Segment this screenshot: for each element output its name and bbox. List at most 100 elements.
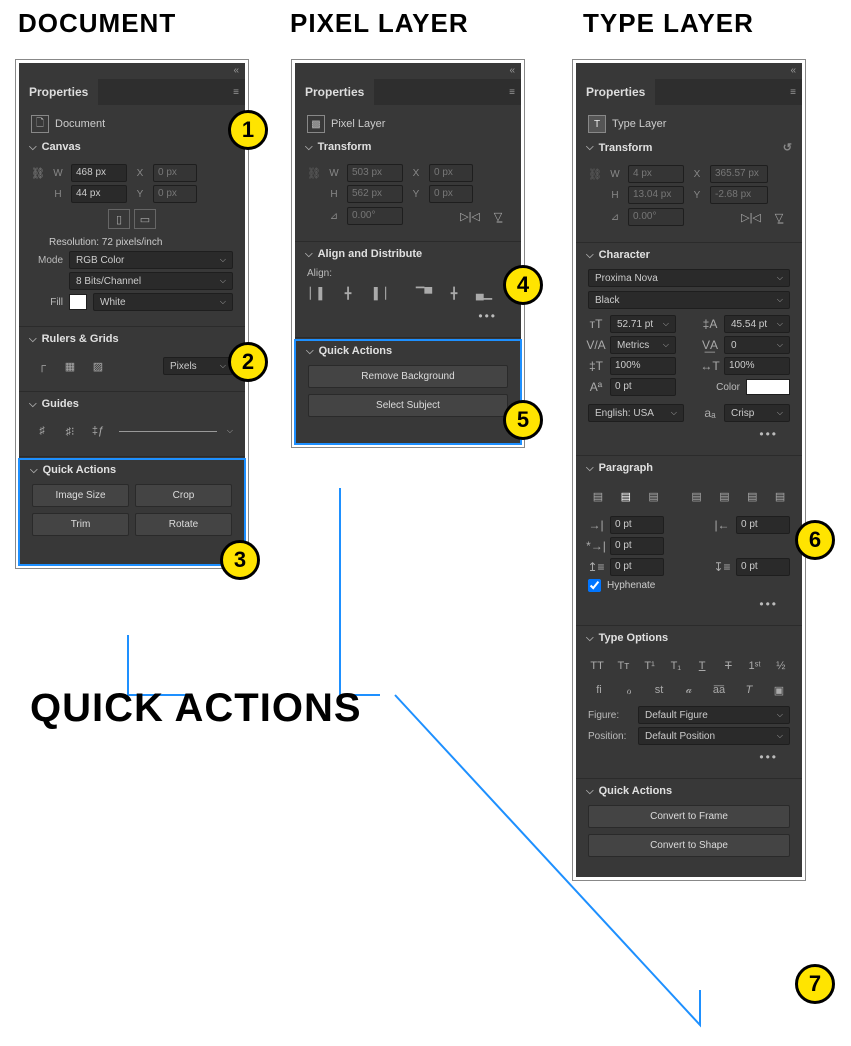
transform-h[interactable]: 562 px [347, 185, 403, 203]
hscale[interactable]: 100% [724, 357, 790, 375]
stylistic-icon[interactable]: st [648, 680, 670, 700]
orient-portrait-icon[interactable]: ▯ [108, 209, 130, 229]
section-quick-actions[interactable]: Quick Actions [296, 341, 520, 361]
position-select[interactable]: Default Position⌵ [638, 727, 790, 745]
section-character[interactable]: Character [576, 245, 802, 265]
pixel-grid-icon[interactable]: ▨ [87, 356, 109, 376]
calt-icon[interactable]: 𝒶 [678, 680, 700, 700]
link-icon[interactable]: ⛓ [588, 168, 602, 181]
link-icon[interactable]: ⛓ [31, 167, 45, 180]
qa-convert-frame[interactable]: Convert to Frame [588, 805, 790, 828]
tracking[interactable]: 0⌵ [724, 336, 790, 354]
kerning[interactable]: Metrics⌵ [610, 336, 676, 354]
section-type-options[interactable]: Type Options [576, 628, 802, 648]
space-after[interactable]: 0 pt [736, 558, 790, 576]
bits-select[interactable]: 8 Bits/Channel⌵ [69, 272, 233, 290]
align-top-icon[interactable]: ▔▀ [413, 283, 435, 303]
align-left-icon[interactable]: ▏▌ [307, 283, 329, 303]
qa-convert-shape[interactable]: Convert to Shape [588, 834, 790, 857]
justify-right-icon[interactable]: ▤ [742, 486, 762, 506]
fill-swatch[interactable] [69, 294, 87, 310]
transform-w[interactable]: 4 px [628, 165, 684, 183]
qa-rotate[interactable]: Rotate [135, 513, 232, 536]
vscale[interactable]: 100% [610, 357, 676, 375]
flip-h-icon[interactable]: ▷|◁ [740, 207, 762, 227]
more-icon[interactable]: ••• [588, 748, 790, 766]
canvas-h-input[interactable]: 44 px [71, 185, 127, 203]
swash-icon[interactable]: ℴ [618, 680, 640, 700]
section-rulers[interactable]: Rulers & Grids [19, 329, 245, 349]
align-right-icon[interactable]: ▤ [644, 486, 664, 506]
more-icon[interactable]: ••• [588, 595, 790, 613]
titling-icon[interactable]: a͞a [708, 680, 730, 700]
ruler-icon[interactable]: ┌ [31, 356, 53, 376]
transform-angle[interactable]: 0.00° [347, 207, 403, 225]
smallcaps-icon[interactable]: Tᴛ [614, 656, 632, 676]
section-canvas[interactable]: Canvas [19, 137, 245, 157]
align-bottom-icon[interactable]: ▄▁ [473, 283, 495, 303]
justify-all-icon[interactable]: ▤ [770, 486, 790, 506]
section-paragraph[interactable]: Paragraph [576, 458, 802, 478]
transform-y[interactable]: 0 px [429, 185, 473, 203]
canvas-y-input[interactable]: 0 px [153, 185, 197, 203]
flip-v-icon[interactable]: ▽̲ [487, 206, 509, 226]
subscript-icon[interactable]: T₁ [667, 656, 685, 676]
tab-properties[interactable]: Properties [19, 79, 98, 105]
hyphenate-checkbox[interactable] [588, 579, 601, 592]
qa-trim[interactable]: Trim [32, 513, 129, 536]
panel-menu-icon[interactable]: ≡ [503, 87, 521, 98]
firstline-indent[interactable]: 0 pt [610, 537, 664, 555]
transform-y[interactable]: -2.68 px [710, 186, 768, 204]
tab-properties[interactable]: Properties [576, 79, 655, 105]
font-weight-select[interactable]: Black⌵ [588, 291, 790, 309]
baseline-shift[interactable]: 0 pt [610, 378, 676, 396]
reset-icon[interactable]: ↺ [783, 141, 792, 154]
section-align[interactable]: Align and Distribute [295, 244, 521, 264]
space-before[interactable]: 0 pt [610, 558, 664, 576]
section-quick-actions[interactable]: Quick Actions [20, 460, 244, 480]
justify-center-icon[interactable]: ▤ [715, 486, 735, 506]
canvas-x-input[interactable]: 0 px [153, 164, 197, 182]
section-transform[interactable]: Transform↺ [576, 137, 802, 158]
aa-select[interactable]: Crisp⌵ [724, 404, 790, 422]
allcaps-icon[interactable]: TT [588, 656, 606, 676]
transform-x[interactable]: 365.57 px [710, 165, 768, 183]
qa-crop[interactable]: Crop [135, 484, 232, 507]
link-icon[interactable]: ⛓ [307, 167, 321, 180]
ordinals-icon[interactable]: 1ˢᵗ [746, 656, 764, 676]
align-hcenter-icon[interactable]: ╋ [337, 283, 359, 303]
language-select[interactable]: English: USA⌵ [588, 404, 684, 422]
orient-landscape-icon[interactable]: ▭ [134, 209, 156, 229]
flip-h-icon[interactable]: ▷|◁ [459, 206, 481, 226]
grid-icon[interactable]: ▦ [59, 356, 81, 376]
italic-icon[interactable]: T [738, 680, 760, 700]
align-vcenter-icon[interactable]: ╋ [443, 283, 465, 303]
align-center-icon[interactable]: ▤ [616, 486, 636, 506]
justify-left-icon[interactable]: ▤ [687, 486, 707, 506]
fill-select[interactable]: White⌵ [93, 293, 233, 311]
font-size[interactable]: 52.71 pt⌵ [610, 315, 676, 333]
section-quick-actions[interactable]: Quick Actions [576, 781, 802, 801]
ornaments-icon[interactable]: ▣ [768, 680, 790, 700]
align-right-icon[interactable]: ▐▕ [367, 283, 389, 303]
panel-menu-icon[interactable]: ≡ [784, 87, 802, 98]
canvas-w-input[interactable]: 468 px [71, 164, 127, 182]
char-color-swatch[interactable] [746, 379, 790, 395]
indent-left[interactable]: 0 pt [610, 516, 664, 534]
tab-properties[interactable]: Properties [295, 79, 374, 105]
section-transform[interactable]: Transform [295, 137, 521, 157]
transform-w[interactable]: 503 px [347, 164, 403, 182]
flip-v-icon[interactable]: ▽̲ [768, 207, 790, 227]
more-icon[interactable]: ••• [307, 307, 509, 325]
mode-select[interactable]: RGB Color⌵ [69, 251, 233, 269]
indent-right[interactable]: 0 pt [736, 516, 790, 534]
figure-select[interactable]: Default Figure⌵ [638, 706, 790, 724]
section-guides[interactable]: Guides [19, 394, 245, 414]
guides-show-icon[interactable]: ♯ [31, 421, 53, 441]
guides-lock-icon[interactable]: ♯⁝ [59, 421, 81, 441]
superscript-icon[interactable]: T¹ [641, 656, 659, 676]
guides-smart-icon[interactable]: ‡ƒ [87, 421, 109, 441]
panel-menu-icon[interactable]: ≡ [227, 87, 245, 98]
transform-h[interactable]: 13.04 px [628, 186, 684, 204]
strikethrough-icon[interactable]: T [719, 656, 737, 676]
